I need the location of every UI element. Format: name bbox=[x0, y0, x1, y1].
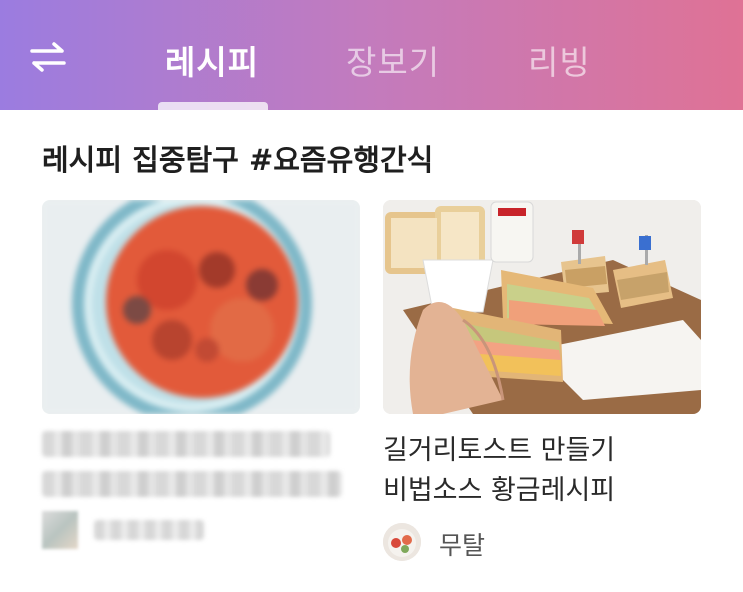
recipe-thumbnail bbox=[42, 200, 360, 414]
recipe-title[interactable]: 길거리토스트 만들기 비법소스 황금레시피 양배... bbox=[383, 431, 693, 511]
blurred-card-title bbox=[42, 431, 342, 497]
recipe-thumbnail bbox=[383, 200, 701, 414]
author-name[interactable]: 무탈 bbox=[439, 526, 485, 562]
tab-shopping[interactable]: 장보기 bbox=[346, 36, 440, 84]
top-navigation-bar: 레시피 장보기 리빙 bbox=[0, 0, 743, 110]
avatar bbox=[42, 511, 78, 549]
tab-recipe[interactable]: 레시피 bbox=[165, 36, 259, 84]
tab-living[interactable]: 리빙 bbox=[528, 36, 591, 84]
blurred-author-name bbox=[94, 520, 204, 540]
recipe-card-blurred[interactable] bbox=[42, 200, 360, 551]
author-row[interactable]: 무탈 bbox=[383, 523, 701, 563]
avatar bbox=[383, 523, 421, 561]
recipe-card[interactable]: 길거리토스트 만들기 비법소스 황금레시피 양배... 무탈 bbox=[383, 200, 701, 563]
section-title: 레시피 집중탐구 #요즘유행간식 bbox=[42, 143, 434, 177]
swap-arrows-icon[interactable] bbox=[28, 40, 68, 74]
active-tab-indicator bbox=[158, 102, 268, 110]
author-row bbox=[42, 511, 360, 551]
